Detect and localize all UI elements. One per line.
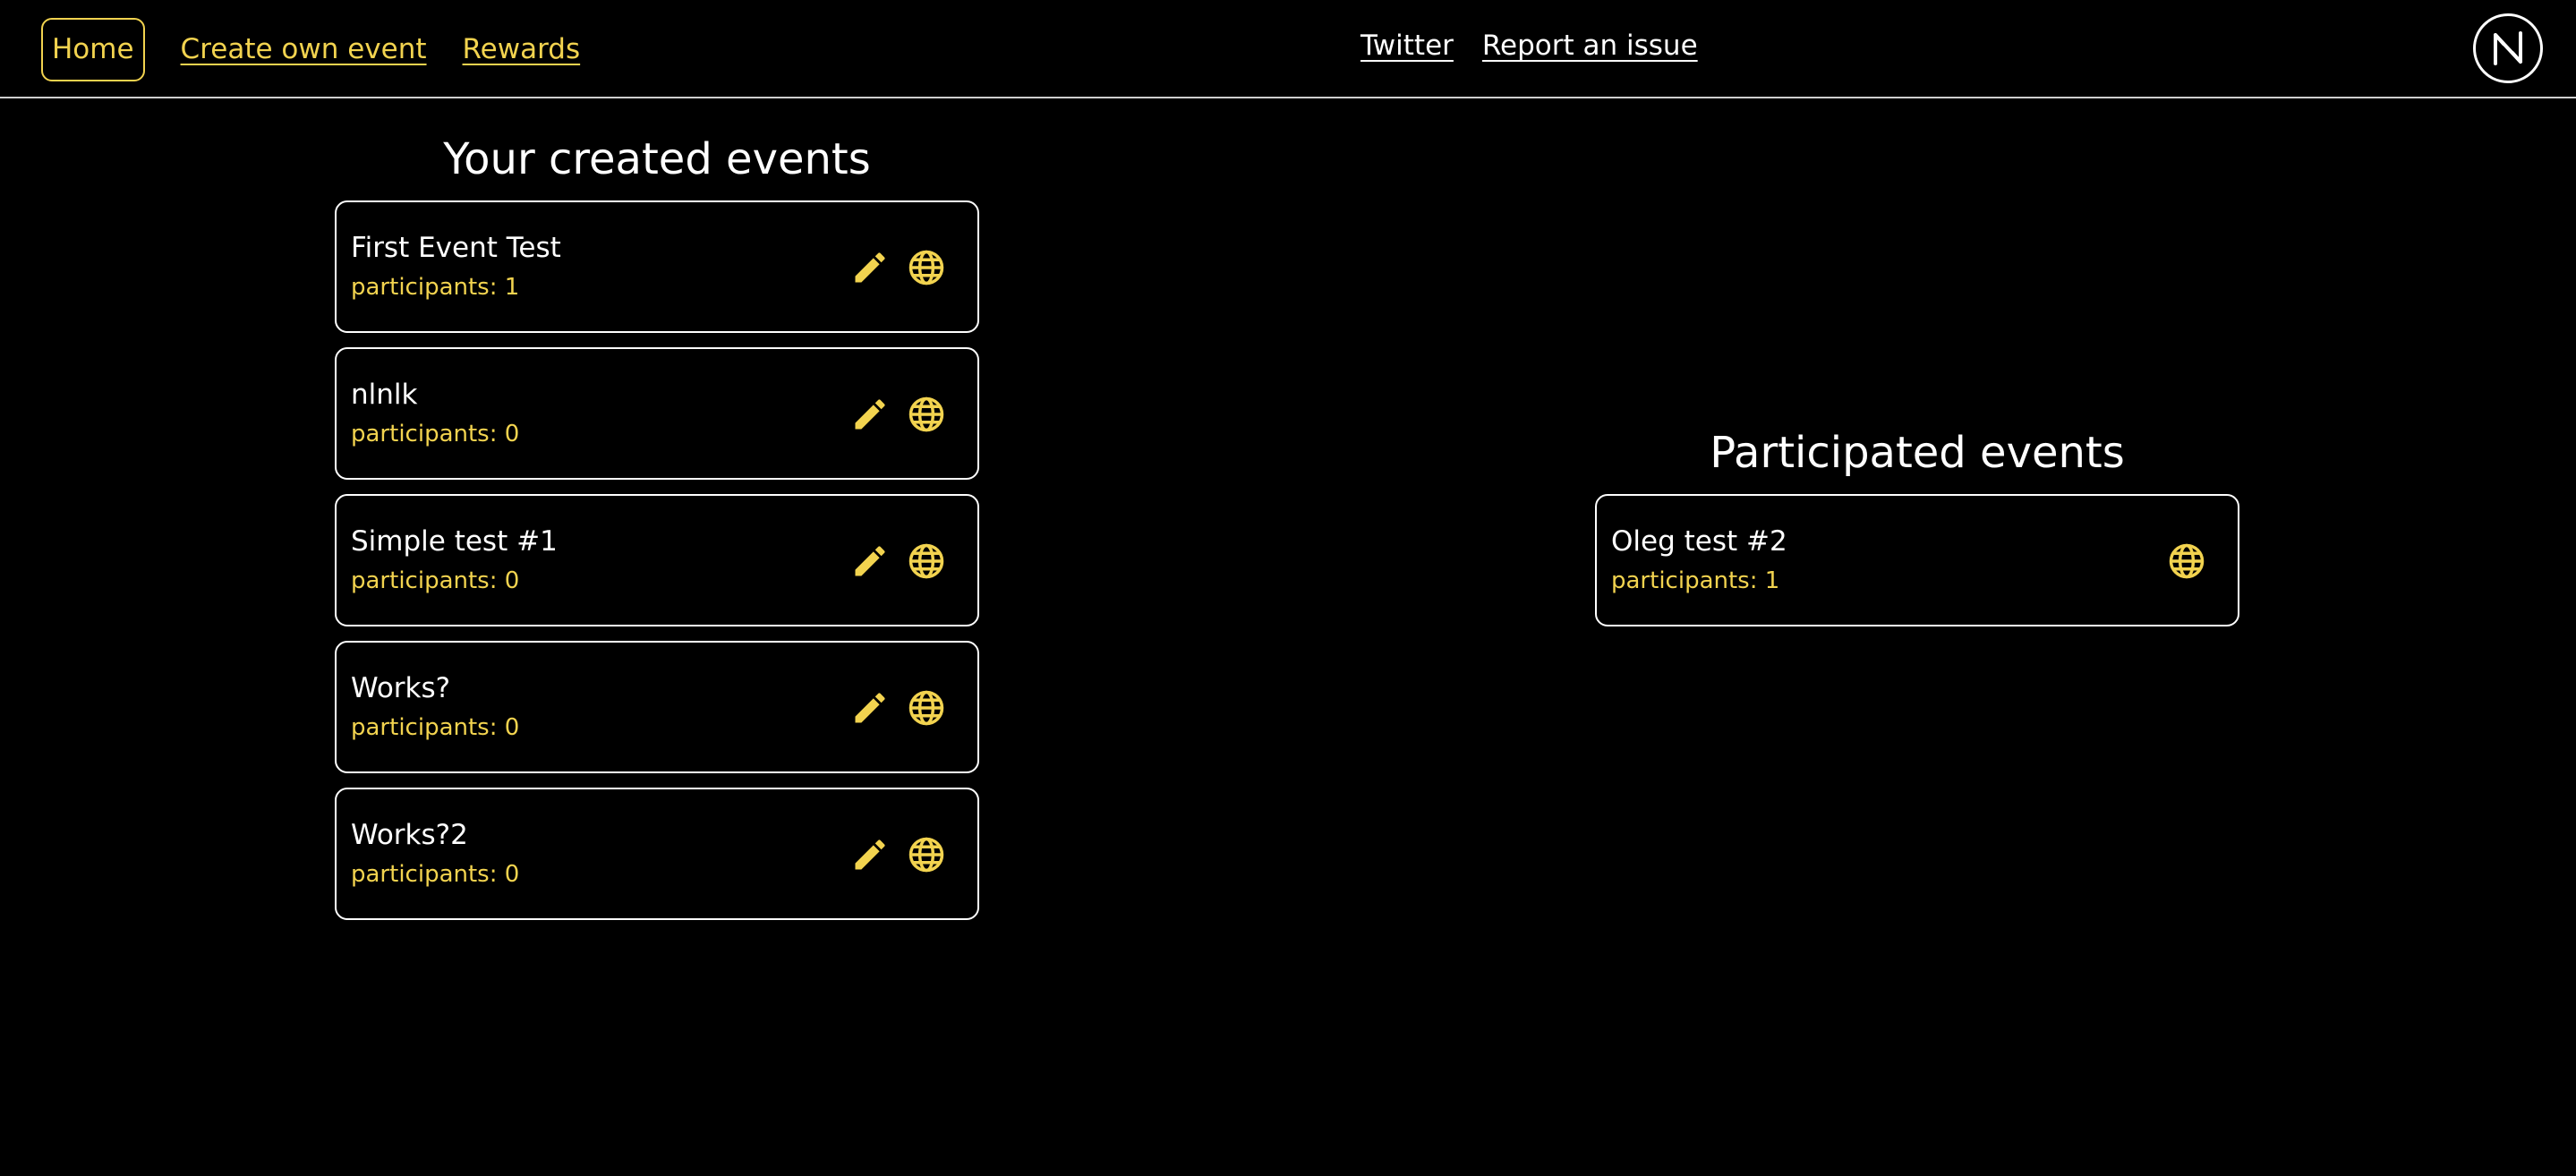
nav-twitter-link[interactable]: Twitter (1361, 32, 1454, 60)
event-participants: participants: 0 (351, 421, 520, 447)
event-name: Simple test #1 (351, 525, 558, 558)
event-participants: participants: 1 (1611, 567, 1780, 594)
top-navbar: Home Create own event Rewards Twitter Re… (0, 0, 2576, 98)
pencil-icon[interactable] (849, 687, 891, 729)
event-name: Works?2 (351, 819, 468, 851)
nav-report-issue-link[interactable]: Report an issue (1482, 32, 1698, 60)
event-participants: participants: 1 (351, 274, 520, 301)
globe-icon[interactable] (906, 687, 947, 729)
event-participants: participants: 0 (351, 567, 520, 594)
created-events-title: Your created events (443, 134, 871, 184)
nav-create-event-link[interactable]: Create own event (181, 36, 427, 64)
near-logo-glyph (2494, 31, 2522, 65)
pencil-icon[interactable] (849, 394, 891, 435)
event-participants: participants: 0 (351, 861, 520, 888)
created-event-card: Works? participants: 0 (335, 641, 979, 773)
participated-events-title: Participated events (1710, 428, 2125, 478)
globe-icon[interactable] (906, 247, 947, 288)
participated-event-card: Oleg test #2 participants: 1 (1595, 494, 2239, 626)
pencil-icon[interactable] (849, 247, 891, 288)
event-name: Oleg test #2 (1611, 525, 1787, 558)
nav-center-links: Twitter Report an issue (1361, 32, 1698, 60)
event-participants: participants: 0 (351, 714, 520, 741)
created-event-card: Simple test #1 participants: 0 (335, 494, 979, 626)
pencil-icon[interactable] (849, 541, 891, 582)
globe-icon[interactable] (906, 834, 947, 875)
created-event-card: Works?2 participants: 0 (335, 788, 979, 920)
globe-icon[interactable] (2166, 541, 2207, 582)
event-name: First Event Test (351, 232, 561, 264)
near-logo-icon[interactable] (2473, 13, 2543, 83)
event-name: Works? (351, 672, 451, 704)
created-event-card: First Event Test participants: 1 (335, 200, 979, 333)
globe-icon[interactable] (906, 541, 947, 582)
created-event-card: nlnlk participants: 0 (335, 347, 979, 480)
globe-icon[interactable] (906, 394, 947, 435)
pencil-icon[interactable] (849, 834, 891, 875)
nav-rewards-link[interactable]: Rewards (463, 36, 581, 64)
nav-left-links: Home Create own event Rewards (41, 18, 580, 81)
event-name: nlnlk (351, 379, 418, 411)
nav-home-link[interactable]: Home (41, 18, 145, 81)
